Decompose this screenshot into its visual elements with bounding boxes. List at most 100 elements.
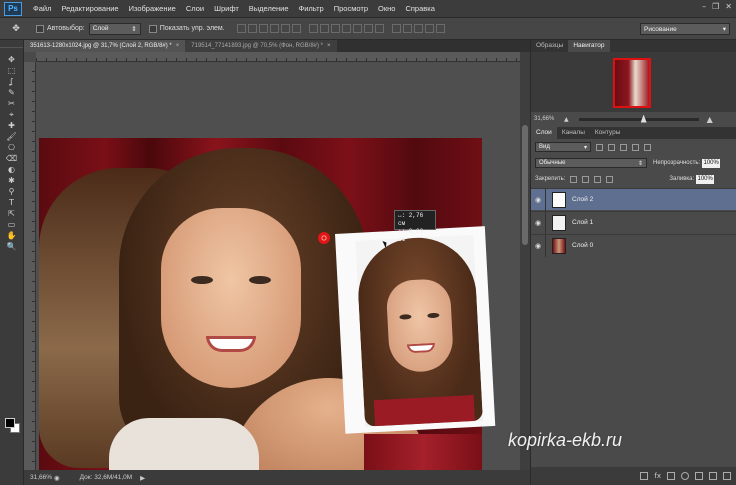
filter-pixel-icon[interactable] <box>596 143 603 151</box>
distribute-hcenter-icon[interactable] <box>352 24 362 33</box>
move-tool-icon[interactable]: ✥ <box>4 54 20 65</box>
tab-swatches[interactable]: Образцы <box>531 40 568 52</box>
close-button[interactable]: ✕ <box>725 2 732 11</box>
dodge-tool-icon[interactable]: ⚲ <box>4 186 20 197</box>
mask-icon[interactable] <box>667 472 675 480</box>
align-hcenter-icon[interactable] <box>280 24 290 33</box>
menu-filter[interactable]: Фильтр <box>294 4 329 13</box>
show-transform-controls-checkbox[interactable] <box>148 24 157 33</box>
eraser-tool-icon[interactable]: ⌫ <box>4 153 20 164</box>
opacity-input[interactable]: 100% <box>702 158 721 168</box>
close-icon[interactable]: × <box>176 43 180 49</box>
status-zoom[interactable]: 31,66% <box>24 474 54 481</box>
move-tool-preset-icon[interactable]: ✥ <box>4 21 28 37</box>
eye-icon[interactable]: ◉ <box>531 219 545 227</box>
zoom-out-icon[interactable]: ▲ <box>564 116 569 123</box>
layer-row[interactable]: ◉ Слой 2 <box>531 188 736 211</box>
healing-brush-tool-icon[interactable]: ✚ <box>4 120 20 131</box>
document-canvas[interactable] <box>39 138 496 470</box>
vertical-ruler[interactable] <box>24 62 36 470</box>
foreground-color-swatch[interactable] <box>5 418 15 428</box>
navigator-zoom-value[interactable]: 31,66% <box>534 116 564 122</box>
layer-filter-dropdown[interactable]: Вид ▾ <box>535 142 591 152</box>
align-vcenter-icon[interactable] <box>247 24 257 33</box>
shape-tool-icon[interactable]: ▭ <box>4 219 20 230</box>
autoselect-checkbox[interactable] <box>36 24 44 33</box>
slider-handle[interactable] <box>640 114 647 123</box>
menu-image[interactable]: Изображение <box>124 4 181 13</box>
lock-all-icon[interactable] <box>606 175 614 183</box>
restore-button[interactable]: ❐ <box>712 2 719 11</box>
tab-layers[interactable]: Слои <box>531 127 557 139</box>
navigator-thumbnail[interactable] <box>613 58 651 108</box>
autoselect-dropdown[interactable]: Слой ⇕ <box>88 22 141 35</box>
distribute-bottom-icon[interactable] <box>330 24 340 33</box>
lock-transparency-icon[interactable] <box>570 175 578 183</box>
eyedropper-tool-icon[interactable]: ⌖ <box>4 109 20 120</box>
lock-pixels-icon[interactable] <box>582 175 590 183</box>
gradient-tool-icon[interactable]: ◐ <box>4 164 20 175</box>
navigator-zoom-slider[interactable] <box>578 114 699 123</box>
link-icon[interactable] <box>640 472 649 480</box>
folder-icon[interactable] <box>695 472 703 480</box>
menu-view[interactable]: Просмотр <box>329 4 373 13</box>
trash-icon[interactable] <box>723 472 731 480</box>
horizontal-ruler[interactable] <box>36 52 520 62</box>
eye-icon[interactable]: ◉ <box>531 196 545 204</box>
path-selection-tool-icon[interactable]: ⇱ <box>4 208 20 219</box>
3d-rotate-icon[interactable] <box>391 24 401 33</box>
hand-tool-icon[interactable]: ✋ <box>4 230 20 241</box>
eye-icon[interactable]: ◉ <box>531 242 545 250</box>
new-layer-icon[interactable] <box>709 472 717 480</box>
filter-adjustment-icon[interactable] <box>608 143 615 151</box>
adjustment-icon[interactable] <box>681 472 689 480</box>
layer-row[interactable]: ◉ Слой 0 <box>531 234 736 257</box>
align-top-icon[interactable] <box>236 24 246 33</box>
status-info-icon[interactable]: ◉ <box>54 474 60 482</box>
crop-tool-icon[interactable]: ✂ <box>4 98 20 109</box>
workspace-dropdown[interactable]: Рисование ▾ <box>640 23 730 35</box>
tab-paths[interactable]: Контуры <box>590 127 626 139</box>
menu-type[interactable]: Шрифт <box>209 4 244 13</box>
vertical-scroll-thumb[interactable] <box>522 125 528 245</box>
marquee-tool-icon[interactable]: ⬚ <box>4 65 20 76</box>
blur-tool-icon[interactable]: ✱ <box>4 175 20 186</box>
tab-navigator[interactable]: Навигатор <box>568 40 610 52</box>
3d-roll-icon[interactable] <box>402 24 412 33</box>
minimize-button[interactable]: – <box>702 2 706 11</box>
align-left-icon[interactable] <box>269 24 279 33</box>
clone-stamp-tool-icon[interactable]: ⎔ <box>4 142 20 153</box>
3d-slide-icon[interactable] <box>424 24 434 33</box>
auto-align-icon[interactable] <box>374 24 384 33</box>
3d-pan-icon[interactable] <box>413 24 423 33</box>
menu-edit[interactable]: Редактирование <box>56 4 123 13</box>
zoom-tool-icon[interactable]: 🔍 <box>4 241 20 252</box>
menu-layers[interactable]: Слои <box>181 4 209 13</box>
blend-mode-dropdown[interactable]: Обычные ⇕ <box>535 158 647 168</box>
menu-select[interactable]: Выделение <box>244 4 294 13</box>
filter-smart-object-icon[interactable] <box>644 143 651 151</box>
panel-grip[interactable] <box>0 40 23 48</box>
type-tool-icon[interactable]: T <box>4 197 20 208</box>
close-icon[interactable]: × <box>327 43 331 49</box>
fill-input[interactable]: 100% <box>696 174 715 184</box>
tab-channels[interactable]: Каналы <box>557 127 590 139</box>
menu-window[interactable]: Окно <box>373 4 400 13</box>
filter-type-icon[interactable] <box>620 143 627 151</box>
layer-row[interactable]: ◉ Слой 1 <box>531 211 736 234</box>
chevron-right-icon[interactable]: ▶ <box>140 474 145 482</box>
distribute-left-icon[interactable] <box>341 24 351 33</box>
lock-position-icon[interactable] <box>594 175 602 183</box>
canvas-area[interactable]: ↔: 2,76 см ↕: 0,00 см <box>36 62 520 470</box>
lasso-tool-icon[interactable]: ʆ <box>4 76 20 87</box>
distribute-vcenter-icon[interactable] <box>319 24 329 33</box>
align-bottom-icon[interactable] <box>258 24 268 33</box>
align-right-icon[interactable] <box>291 24 301 33</box>
doc-tab-active[interactable]: 351613-1280x1024.jpg @ 31,7% (Слой 2, RG… <box>24 40 186 52</box>
menu-help[interactable]: Справка <box>400 4 439 13</box>
filter-shape-icon[interactable] <box>632 143 639 151</box>
3d-scale-icon[interactable] <box>435 24 445 33</box>
brush-tool-icon[interactable]: 🖌 <box>4 131 20 142</box>
quick-select-tool-icon[interactable]: ✎ <box>4 87 20 98</box>
doc-tab-inactive[interactable]: 719514_77141893.jpg @ 70,5% (Фон, RGB/8#… <box>185 40 337 52</box>
